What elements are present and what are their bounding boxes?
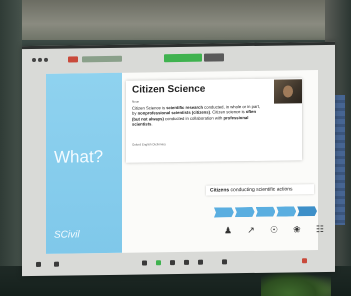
mute-icon[interactable] [36,261,41,267]
presenter-face [283,85,293,98]
card-body-run: conducted in collaboration with [163,115,224,122]
logo: SCivil [54,229,80,241]
quote-box: Citizens conducting scientific actions [206,184,314,196]
process-steps [214,206,318,217]
meeting-status-bar [82,55,122,63]
room-wall [0,0,351,40]
card-body: Citizen Science is scientific research c… [132,104,264,127]
video-icon[interactable] [54,261,59,267]
reactions-icon[interactable] [198,259,203,265]
process-step [276,206,296,216]
quote-bold: Citizens [210,187,230,194]
chat-icon[interactable] [170,260,175,266]
screen-share-tab[interactable] [164,53,202,63]
window-control-icon[interactable] [32,57,36,63]
card-subtitle: Noun [132,99,140,104]
process-step [214,207,234,217]
process-step [256,207,276,217]
lightbulb-icon: ☉ [269,224,279,235]
apps-icon[interactable] [222,259,227,265]
card-title: Citizen Science [132,83,206,96]
chart-icon: ↗ [247,224,255,236]
participants-icon[interactable] [142,260,147,266]
room-left-wall [0,0,22,296]
view-options-tab[interactable] [204,53,224,62]
window-control-icon[interactable] [38,57,42,62]
slide-left-panel: What? SCivil [46,72,122,254]
quote-text: conducting scientific actions [229,186,293,194]
webcam-thumbnail[interactable] [274,79,302,104]
card-footer: Oxford English Dictionary [132,142,166,147]
recording-indicator [68,56,78,63]
slide-heading: What? [54,147,104,167]
clipboard-icon: ☷ [315,223,324,235]
window-control-icon[interactable] [44,57,48,62]
presentation-slide: What? SCivil Citizen Science Noun Citize… [46,70,324,254]
card-body-run: . [151,121,153,127]
brain-icon: ❀ [293,224,301,235]
step-icons: ♟ ↗ ☉ ❀ ☷ [224,222,324,237]
definition-card: Citizen Science Noun Citizen Science is … [126,78,302,163]
record-icon[interactable] [184,259,189,265]
share-icon[interactable] [156,260,161,266]
people-icon: ♟ [224,225,233,236]
projection-screen: What? SCivil Citizen Science Noun Citize… [22,41,335,277]
process-step [235,207,255,217]
end-call-button[interactable] [302,258,307,264]
process-step [297,206,317,216]
plant [261,270,331,296]
